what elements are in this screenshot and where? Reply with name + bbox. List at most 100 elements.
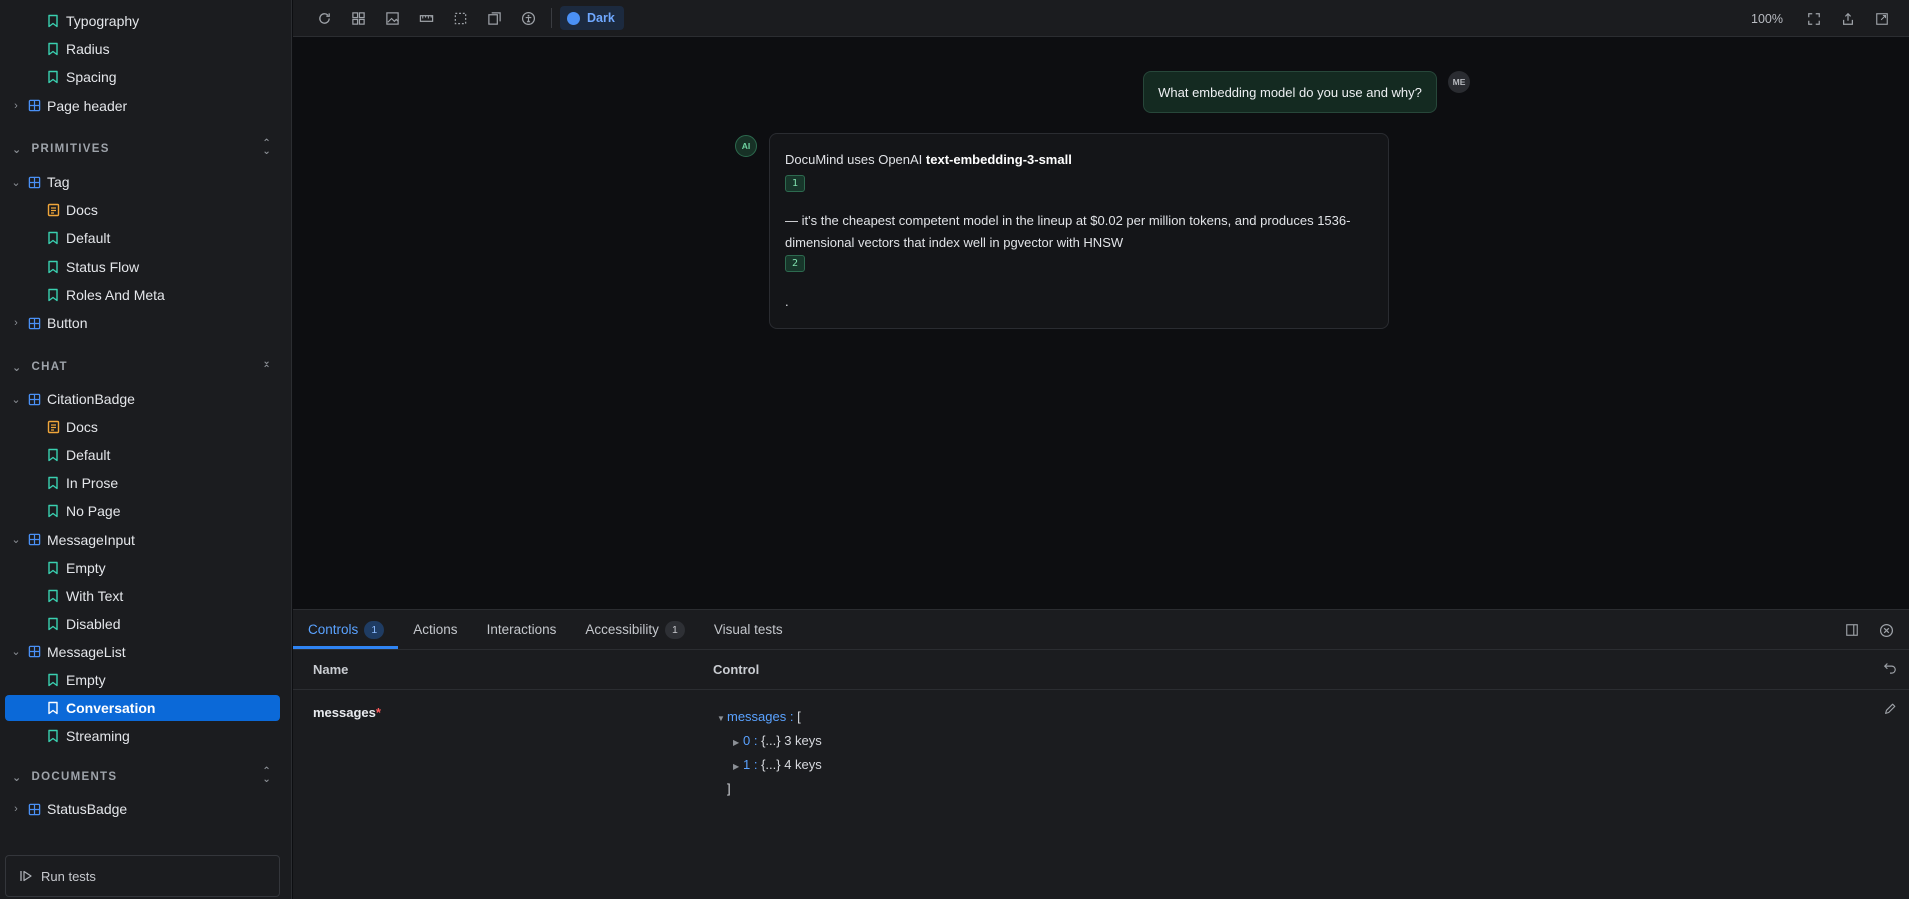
chevron-down-icon[interactable]: ⌄ xyxy=(10,393,22,406)
sidebar-item[interactable]: Spacing xyxy=(0,64,292,90)
edit-json-icon[interactable] xyxy=(1883,702,1897,721)
viewport-icon[interactable] xyxy=(477,4,511,32)
json-item-1[interactable]: ▶ 1 : {...} 4 keys xyxy=(717,754,822,778)
sidebar: Typography Radius Spacing › Page header ⌄ PRIM… xyxy=(0,0,292,899)
expand-all-icon[interactable]: ⌄ ⌃ xyxy=(262,357,272,375)
chevron-down-icon[interactable]: ⌄ xyxy=(10,533,22,546)
prop-name-text: messages xyxy=(313,705,376,720)
sidebar-item[interactable]: Roles And Meta xyxy=(0,282,292,308)
expand-triangle-icon[interactable]: ▶ xyxy=(733,756,743,778)
sidebar-item[interactable]: ⌄ MessageList xyxy=(0,639,292,665)
fullscreen-icon[interactable] xyxy=(1797,5,1831,33)
sidebar-item[interactable]: Radius xyxy=(0,36,292,62)
collapse-all-icon[interactable]: ⌃ ⌄ xyxy=(262,139,272,157)
sidebar-item[interactable]: › Page header xyxy=(0,93,292,119)
sidebar-item[interactable]: ⌄ Tag xyxy=(0,169,292,195)
sidebar-item-label: Empty xyxy=(66,672,106,688)
sidebar-item[interactable]: Streaming xyxy=(0,723,292,749)
tab-accessibility[interactable]: Accessibility 1 xyxy=(570,610,699,649)
sidebar-item-label: With Text xyxy=(66,587,124,604)
storybook-app: Typography Radius Spacing › Page header ⌄ PRIM… xyxy=(0,0,1909,899)
run-tests-button[interactable]: Run tests xyxy=(5,855,280,897)
citation-badge-1[interactable]: 1 xyxy=(785,175,805,192)
sidebar-item[interactable]: Docs xyxy=(0,414,292,440)
reload-icon[interactable] xyxy=(307,4,341,32)
chevron-down-icon[interactable]: ⌄ xyxy=(12,361,23,374)
sidebar-section-header[interactable]: ⌄ DOCUMENTS ⌃ ⌄ xyxy=(0,764,292,790)
chevron-down-icon[interactable]: ⌄ xyxy=(12,771,23,784)
chevron-down-icon[interactable]: ⌄ xyxy=(12,143,23,156)
bookmark-icon xyxy=(46,42,60,56)
control-row-messages: messages* ▼ messages : [ ▶ 0 : {...} 3 key… xyxy=(293,690,1909,850)
sidebar-item[interactable]: In Prose xyxy=(0,470,292,496)
component-icon xyxy=(27,645,41,659)
sidebar-item-label: Roles And Meta xyxy=(66,286,165,303)
sidebar-item-label: Spacing xyxy=(66,69,117,86)
sidebar-item[interactable]: Docs xyxy=(0,197,292,223)
sidebar-section-header[interactable]: ⌄ PRIMITIVES ⌃ ⌄ xyxy=(0,136,292,162)
chevron-right-icon[interactable]: › xyxy=(10,803,22,815)
sidebar-item-label: No Page xyxy=(66,503,121,520)
json-item-0[interactable]: ▶ 0 : {...} 3 keys xyxy=(717,730,822,754)
sidebar-item-label: StatusBadge xyxy=(47,801,128,817)
json-close-bracket: ] xyxy=(727,781,731,796)
user-message-bubble: What embedding model do you use and why? xyxy=(1143,71,1437,113)
assistant-end-text: . xyxy=(785,294,789,309)
theme-toggle-button[interactable]: Dark xyxy=(560,6,624,30)
bookmark-icon xyxy=(46,448,60,462)
image-icon[interactable] xyxy=(375,4,409,32)
sidebar-item[interactable]: With Text xyxy=(0,583,292,609)
tab-visual-tests[interactable]: Visual tests xyxy=(699,610,797,649)
sidebar-section-header[interactable]: ⌄ CHAT ⌄ ⌃ xyxy=(0,354,292,380)
sidebar-item-label: Page header xyxy=(47,97,128,114)
zoom-level[interactable]: 100% xyxy=(1751,12,1783,26)
tab-controls[interactable]: Controls 1 xyxy=(293,610,399,649)
sidebar-item[interactable]: Conversation xyxy=(5,695,280,722)
json-root-line[interactable]: ▼ messages : [ xyxy=(717,706,822,730)
sidebar-item[interactable]: Default xyxy=(0,225,292,251)
close-panel-icon[interactable] xyxy=(1869,616,1903,644)
json-root-key: messages xyxy=(727,709,787,724)
reset-controls-icon[interactable] xyxy=(1883,660,1897,677)
collapse-all-icon[interactable]: ⌃ ⌄ xyxy=(262,767,272,785)
chevron-down-icon[interactable]: ⌄ xyxy=(10,176,22,189)
sidebar-item[interactable]: Default xyxy=(0,442,292,468)
sidebar-item[interactable]: ⌄ MessageInput xyxy=(0,527,292,553)
tab-actions[interactable]: Actions xyxy=(398,610,471,649)
column-control-header: Control xyxy=(713,662,760,677)
open-new-tab-icon[interactable] xyxy=(1865,5,1899,33)
bookmark-icon xyxy=(46,617,60,631)
citation-badge-2[interactable]: 2 xyxy=(785,255,805,272)
tab-interactions[interactable]: Interactions xyxy=(472,610,571,649)
component-icon xyxy=(27,175,41,189)
panel-orientation-icon[interactable] xyxy=(1835,616,1869,644)
ruler-icon[interactable] xyxy=(409,4,443,32)
sidebar-item[interactable]: Empty xyxy=(0,667,292,693)
sidebar-item[interactable]: No Page xyxy=(0,498,292,524)
expand-triangle-icon[interactable]: ▶ xyxy=(733,732,743,754)
chevron-right-icon[interactable]: › xyxy=(10,100,22,112)
sidebar-item[interactable]: Empty xyxy=(0,555,292,581)
component-icon xyxy=(27,392,41,406)
accessibility-icon[interactable] xyxy=(511,4,545,32)
sidebar-item[interactable]: Status Flow xyxy=(0,254,292,280)
sidebar-item[interactable]: Typography xyxy=(0,8,292,34)
collapse-triangle-icon[interactable]: ▼ xyxy=(717,708,727,730)
json-close-line: ] xyxy=(717,778,822,800)
sidebar-item[interactable]: › Button xyxy=(0,310,292,336)
user-message-text: What embedding model do you use and why? xyxy=(1158,84,1422,100)
tab-label: Controls xyxy=(308,622,359,637)
outline-icon[interactable] xyxy=(443,4,477,32)
sidebar-item[interactable]: Disabled xyxy=(0,611,292,637)
chevron-down-icon[interactable]: ⌄ xyxy=(10,645,22,658)
json-editor[interactable]: ▼ messages : [ ▶ 0 : {...} 3 keys ▶ 1 : {..… xyxy=(717,706,822,800)
tab-label: Accessibility xyxy=(585,622,659,637)
share-icon[interactable] xyxy=(1831,5,1865,33)
bookmark-icon xyxy=(46,561,60,575)
sidebar-item[interactable]: ⌄ CitationBadge xyxy=(0,386,292,412)
sidebar-item[interactable]: › StatusBadge xyxy=(0,796,292,822)
grid-icon[interactable] xyxy=(341,4,375,32)
chevron-right-icon[interactable]: › xyxy=(10,317,22,329)
sidebar-item-label: Conversation xyxy=(66,700,156,717)
required-mark: * xyxy=(375,705,381,720)
